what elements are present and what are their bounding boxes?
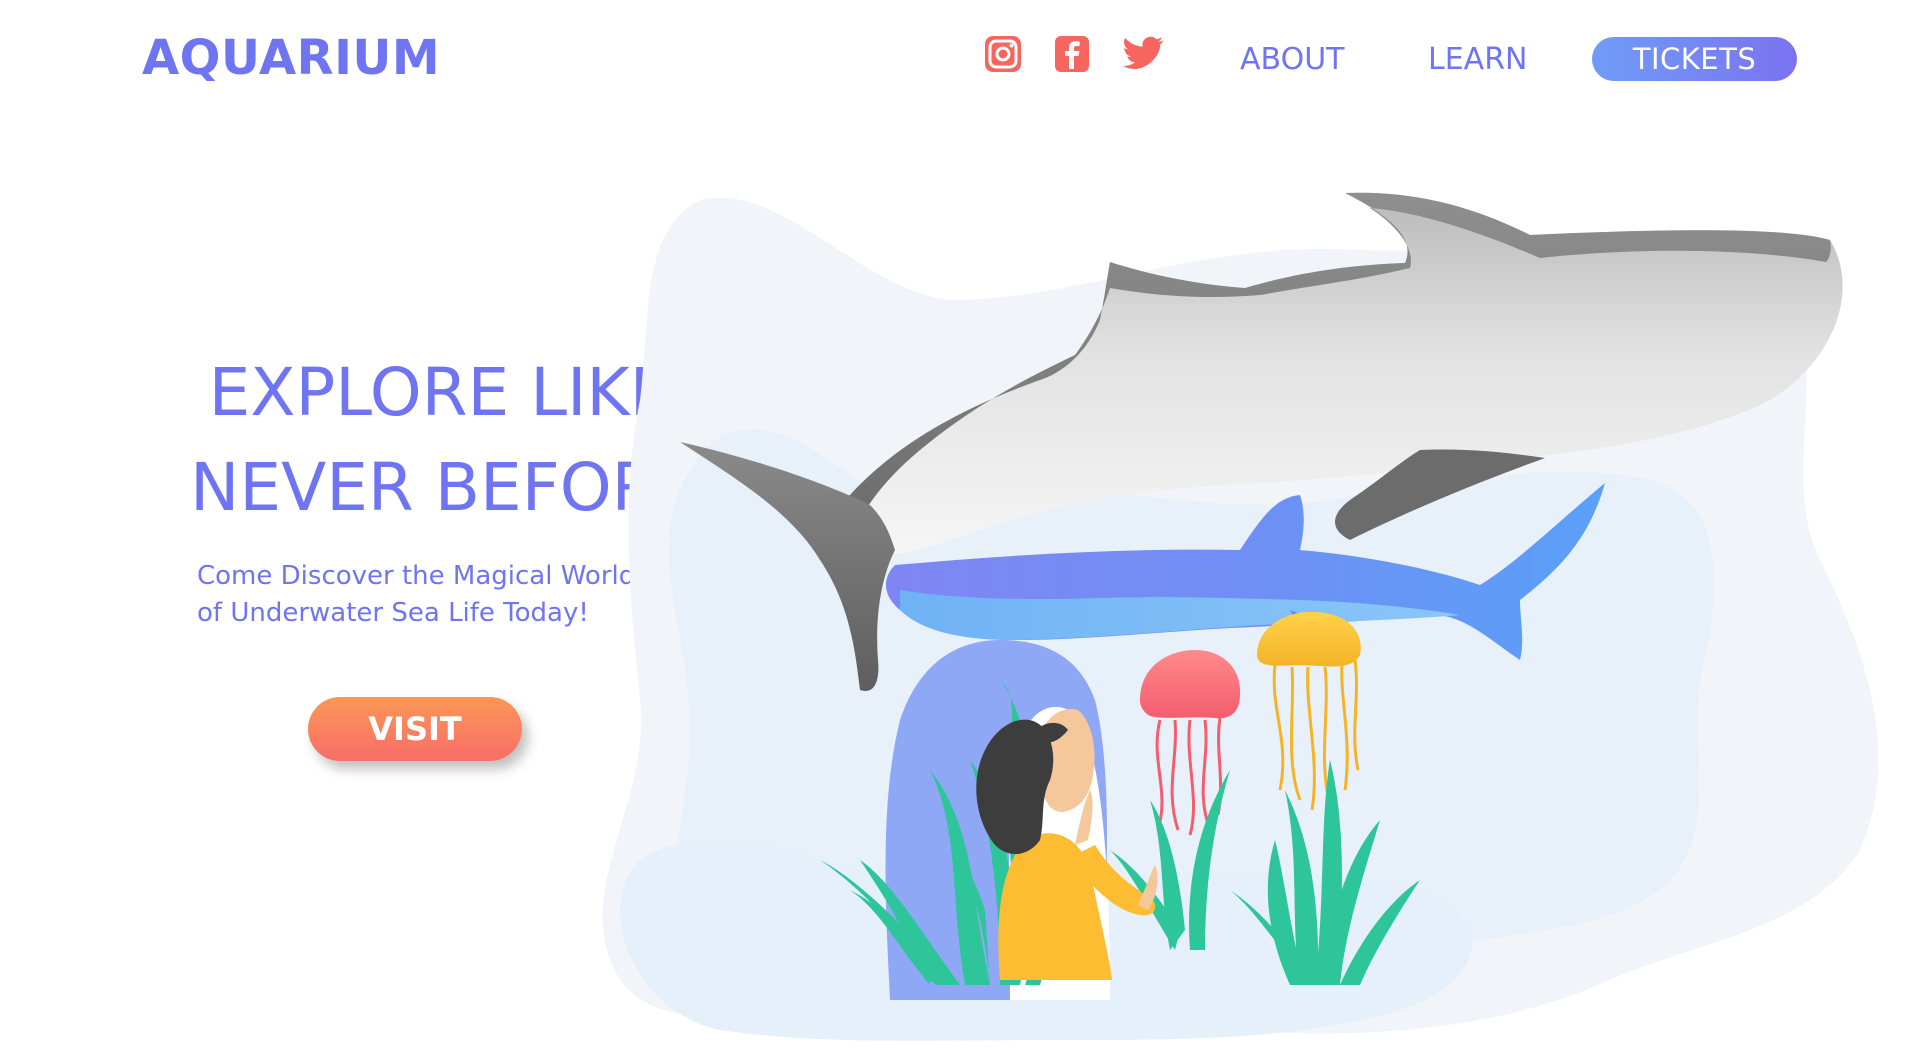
aquarium-illustration [602,192,1879,1041]
